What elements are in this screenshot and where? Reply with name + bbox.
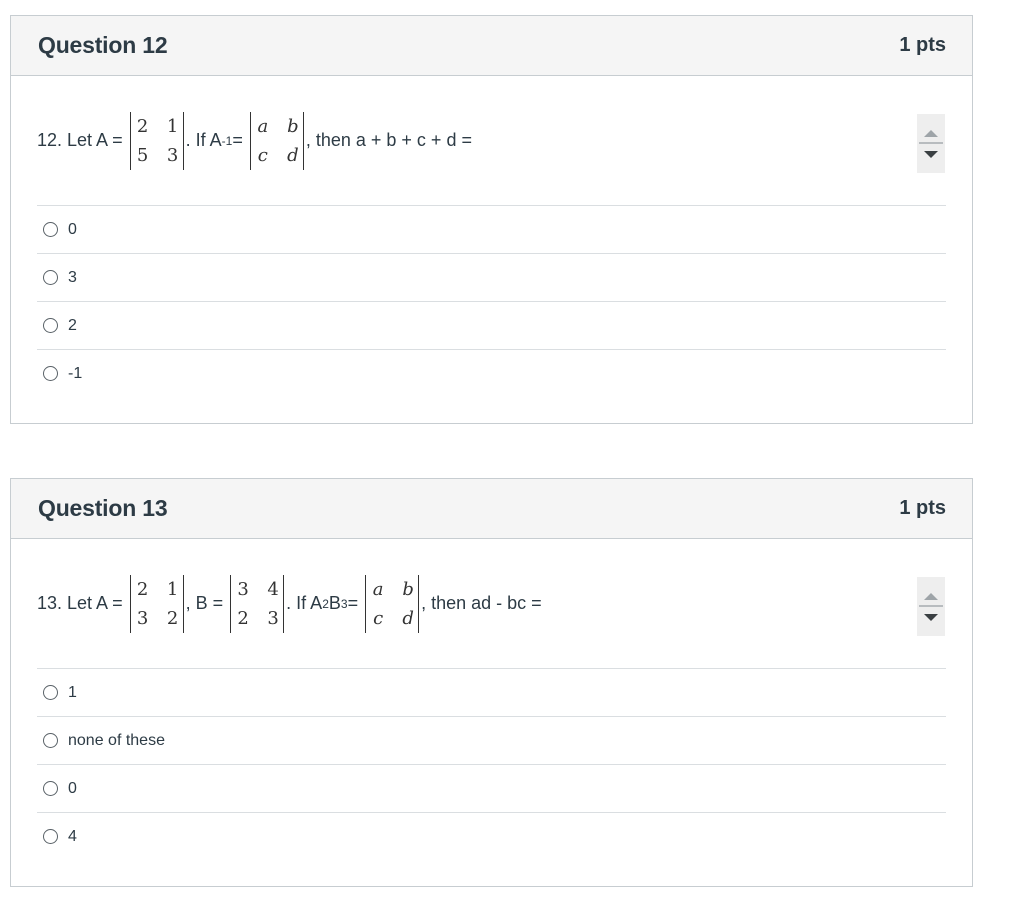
superscript: 3: [340, 596, 348, 611]
radio-button[interactable]: [43, 270, 58, 285]
matrix-cell: 3: [166, 144, 179, 166]
question-title: Question 12: [38, 32, 168, 58]
matrix-result: ab cd: [249, 111, 304, 170]
question-text: 13. Let A = 21 32 , B = 34 23 . If A2B3 …: [37, 539, 946, 668]
question-header: Question 12 1 pts: [11, 16, 972, 76]
matrix-cell: c: [373, 607, 384, 629]
text-part: , B =: [185, 593, 224, 613]
text-part: B: [328, 593, 341, 613]
question-title: Question 13: [38, 495, 168, 521]
answer-option[interactable]: 0: [37, 764, 946, 812]
matrix-b: 34 23: [230, 574, 285, 633]
matrix-cell: 1: [166, 115, 179, 137]
answer-option[interactable]: 3: [37, 253, 946, 301]
matrix-result: ab cd: [365, 574, 420, 633]
matrix-cell: 2: [136, 115, 149, 137]
radio-button[interactable]: [43, 318, 58, 333]
divider: [919, 141, 943, 144]
matrix-cell: a: [372, 578, 384, 600]
superscript: 2: [322, 596, 329, 611]
matrix-cell: 1: [166, 578, 179, 600]
question-12-card: Question 12 1 pts 12. Let A = 21 53 . If…: [10, 15, 973, 424]
arrow-down-icon[interactable]: [924, 150, 938, 158]
matrix-cell: 4: [267, 578, 279, 600]
answer-label: 1: [68, 683, 77, 701]
radio-button[interactable]: [43, 829, 58, 844]
question-points: 1 pts: [899, 34, 946, 56]
radio-button[interactable]: [43, 781, 58, 796]
text-prefix: 12. Let A =: [37, 130, 123, 150]
question-13-card: Question 13 1 pts 13. Let A = 21 32 , B …: [10, 478, 973, 887]
arrow-up-icon[interactable]: [924, 129, 938, 137]
text-part: . If A: [286, 593, 323, 613]
radio-button[interactable]: [43, 685, 58, 700]
radio-button[interactable]: [43, 222, 58, 237]
matrix-cell: 2: [237, 607, 249, 629]
arrow-down-icon[interactable]: [924, 613, 938, 621]
answer-label: none of these: [68, 731, 165, 749]
matrix-cell: b: [402, 578, 414, 600]
matrix-cell: c: [257, 144, 268, 166]
text-part: =: [347, 593, 359, 613]
question-points: 1 pts: [899, 497, 946, 519]
matrix-cell: 5: [136, 144, 149, 166]
text-part: . If A: [185, 130, 222, 150]
answer-list: 1 none of these 0 4: [37, 668, 946, 860]
radio-button[interactable]: [43, 366, 58, 381]
divider: [919, 604, 943, 607]
matrix-a: 21 32: [129, 574, 184, 633]
matrix-cell: b: [287, 115, 299, 137]
matrix-cell: d: [287, 144, 299, 166]
text-suffix: , then ad - bc =: [421, 593, 542, 613]
answer-label: 0: [68, 220, 77, 238]
question-stepper[interactable]: [917, 577, 945, 636]
answer-option[interactable]: none of these: [37, 716, 946, 764]
answer-label: 0: [68, 779, 77, 797]
matrix-a: 21 53: [129, 111, 184, 170]
answer-option[interactable]: -1: [37, 349, 946, 397]
matrix-cell: d: [402, 607, 414, 629]
text-suffix: , then a + b + c + d =: [305, 130, 472, 150]
matrix-cell: 2: [136, 578, 149, 600]
question-stepper[interactable]: [917, 114, 945, 173]
answer-label: 2: [68, 316, 77, 334]
answer-label: -1: [68, 364, 83, 382]
matrix-cell: 3: [267, 607, 279, 629]
answer-option[interactable]: 0: [37, 205, 946, 253]
question-text: 12. Let A = 21 53 . If A -1 = ab cd , the…: [37, 76, 946, 205]
text-part: =: [232, 130, 243, 150]
matrix-cell: 3: [237, 578, 249, 600]
answer-label: 4: [68, 827, 77, 845]
arrow-up-icon[interactable]: [924, 592, 938, 600]
answer-list: 0 3 2 -1: [37, 205, 946, 397]
matrix-cell: a: [257, 115, 269, 137]
answer-option[interactable]: 1: [37, 668, 946, 716]
answer-option[interactable]: 2: [37, 301, 946, 349]
question-body: 12. Let A = 21 53 . If A -1 = ab cd , the…: [11, 76, 972, 397]
superscript: -1: [221, 133, 233, 148]
answer-option[interactable]: 4: [37, 812, 946, 860]
question-body: 13. Let A = 21 32 , B = 34 23 . If A2B3 …: [11, 539, 972, 860]
radio-button[interactable]: [43, 733, 58, 748]
answer-label: 3: [68, 268, 77, 286]
matrix-cell: 3: [136, 607, 149, 629]
question-header: Question 13 1 pts: [11, 479, 972, 539]
matrix-cell: 2: [166, 607, 179, 629]
text-prefix: 13. Let A =: [37, 593, 123, 613]
